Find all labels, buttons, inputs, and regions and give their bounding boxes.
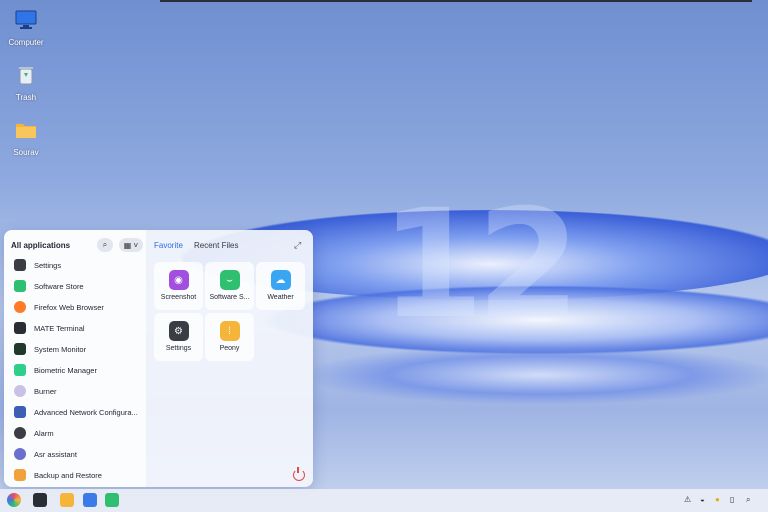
- fingerprint-icon: [14, 364, 26, 376]
- monitor-icon: [15, 10, 37, 29]
- app-item-settings[interactable]: Settings: [14, 256, 144, 274]
- app-item-alarm[interactable]: Alarm: [14, 424, 144, 442]
- favorite-tile-label: Screenshot: [160, 294, 197, 301]
- wallpaper-wave: [300, 345, 768, 405]
- app-item-label: Settings: [34, 260, 62, 270]
- app-item-label: MATE Terminal: [34, 323, 85, 333]
- favorite-tile-peony[interactable]: ⁞ Peony: [205, 313, 254, 361]
- app-item-label: Asr assistant: [34, 449, 77, 459]
- desktop-icon-trash[interactable]: Trash: [0, 65, 52, 102]
- file-manager-icon[interactable]: [60, 493, 74, 507]
- tab-recent-files[interactable]: Recent Files: [194, 241, 238, 250]
- app-item-label: Alarm: [34, 428, 54, 438]
- trash-icon: [19, 67, 33, 85]
- settings-icon: [14, 259, 26, 271]
- all-applications-title: All applications: [11, 241, 71, 250]
- top-window-edge: [160, 0, 752, 2]
- store-icon: [14, 280, 26, 292]
- settings-icon: ⚙: [168, 321, 189, 341]
- weather-icon: ☁: [270, 270, 291, 290]
- battery-icon[interactable]: ▯: [730, 495, 734, 504]
- app-item-label: Firefox Web Browser: [34, 302, 104, 312]
- all-applications-header: All applications ⌕ ▦ ˅: [11, 238, 143, 252]
- favorite-tile-settings[interactable]: ⚙ Settings: [154, 313, 203, 361]
- app-item-label: Advanced Network Configura...: [34, 407, 138, 417]
- screenshot-icon: ◉: [168, 270, 189, 290]
- favorite-tile-label: Peony: [219, 345, 240, 352]
- favorite-tile-label: Software S...: [209, 294, 250, 301]
- grid-view-icon: ▦ ˅: [123, 240, 139, 250]
- store-icon: ⌣: [219, 270, 240, 290]
- network-icon[interactable]: ⚠: [684, 495, 691, 504]
- expand-icon[interactable]: ⤢: [294, 240, 301, 251]
- start-menu-icon[interactable]: [7, 493, 21, 507]
- desktop-icon-label: Sourav: [13, 148, 39, 157]
- favorite-tile-screenshot[interactable]: ◉ Screenshot: [154, 262, 203, 310]
- desktop-icon-computer[interactable]: Computer: [0, 10, 52, 47]
- favorite-tile-software-store[interactable]: ⌣ Software S...: [205, 262, 254, 310]
- power-icon[interactable]: [293, 467, 305, 481]
- file-manager-icon: ⁞: [219, 321, 240, 341]
- app-item-asr-assistant[interactable]: Asr assistant: [14, 445, 144, 463]
- desktop-icon-label: Trash: [15, 93, 37, 102]
- all-applications-panel: All applications ⌕ ▦ ˅ Settings Software…: [4, 230, 146, 487]
- network-icon: [14, 406, 26, 418]
- tab-favorite[interactable]: Favorite: [154, 241, 183, 250]
- disc-icon: [14, 385, 26, 397]
- app-item-label: Burner: [34, 386, 57, 396]
- firefox-icon: [14, 301, 26, 313]
- app-item-label: System Monitor: [34, 344, 87, 354]
- app-item-burner[interactable]: Burner: [14, 382, 144, 400]
- start-menu: All applications ⌕ ▦ ˅ Settings Software…: [4, 230, 313, 487]
- app-item-label: Backup and Restore: [34, 470, 102, 480]
- app-item-biometric-manager[interactable]: Biometric Manager: [14, 361, 144, 379]
- favorite-tile-label: Settings: [165, 345, 192, 352]
- monitor-icon: [14, 343, 26, 355]
- app-item-label: Biometric Manager: [34, 365, 97, 375]
- app-item-mate-terminal[interactable]: MATE Terminal: [14, 319, 144, 337]
- app-item-backup-restore[interactable]: Backup and Restore: [14, 466, 144, 484]
- app-item-advanced-network[interactable]: Advanced Network Configura...: [14, 403, 144, 421]
- search-icon: ⌕: [102, 240, 108, 249]
- terminal-icon: [14, 322, 26, 334]
- favorite-tile-weather[interactable]: ☁ Weather: [256, 262, 305, 310]
- view-mode-button[interactable]: ▦ ˅: [119, 238, 143, 252]
- taskbar: ⚠ ◒ ● ▯ ⌕: [0, 489, 768, 512]
- wallpaper-version-number: 12: [380, 178, 581, 352]
- sun-icon[interactable]: ●: [715, 495, 720, 504]
- wps-writer-icon[interactable]: [83, 493, 97, 507]
- alarm-icon: [14, 427, 26, 439]
- backup-icon: [14, 469, 26, 481]
- app-item-software-store[interactable]: Software Store: [14, 277, 144, 295]
- app-item-label: Software Store: [34, 281, 84, 291]
- app-item-firefox[interactable]: Firefox Web Browser: [14, 298, 144, 316]
- desktop-icon-sourav[interactable]: Sourav: [0, 120, 52, 157]
- folder-icon: [16, 124, 36, 138]
- multitask-icon[interactable]: [33, 493, 47, 507]
- search-icon[interactable]: ⌕: [746, 495, 750, 505]
- assistant-icon: [14, 448, 26, 460]
- store-icon[interactable]: [105, 493, 119, 507]
- app-item-system-monitor[interactable]: System Monitor: [14, 340, 144, 358]
- desktop-icon-label: Computer: [8, 38, 44, 47]
- search-button[interactable]: ⌕: [97, 238, 113, 252]
- connection-icon[interactable]: ◒: [700, 495, 705, 504]
- favorite-tile-label: Weather: [267, 294, 294, 301]
